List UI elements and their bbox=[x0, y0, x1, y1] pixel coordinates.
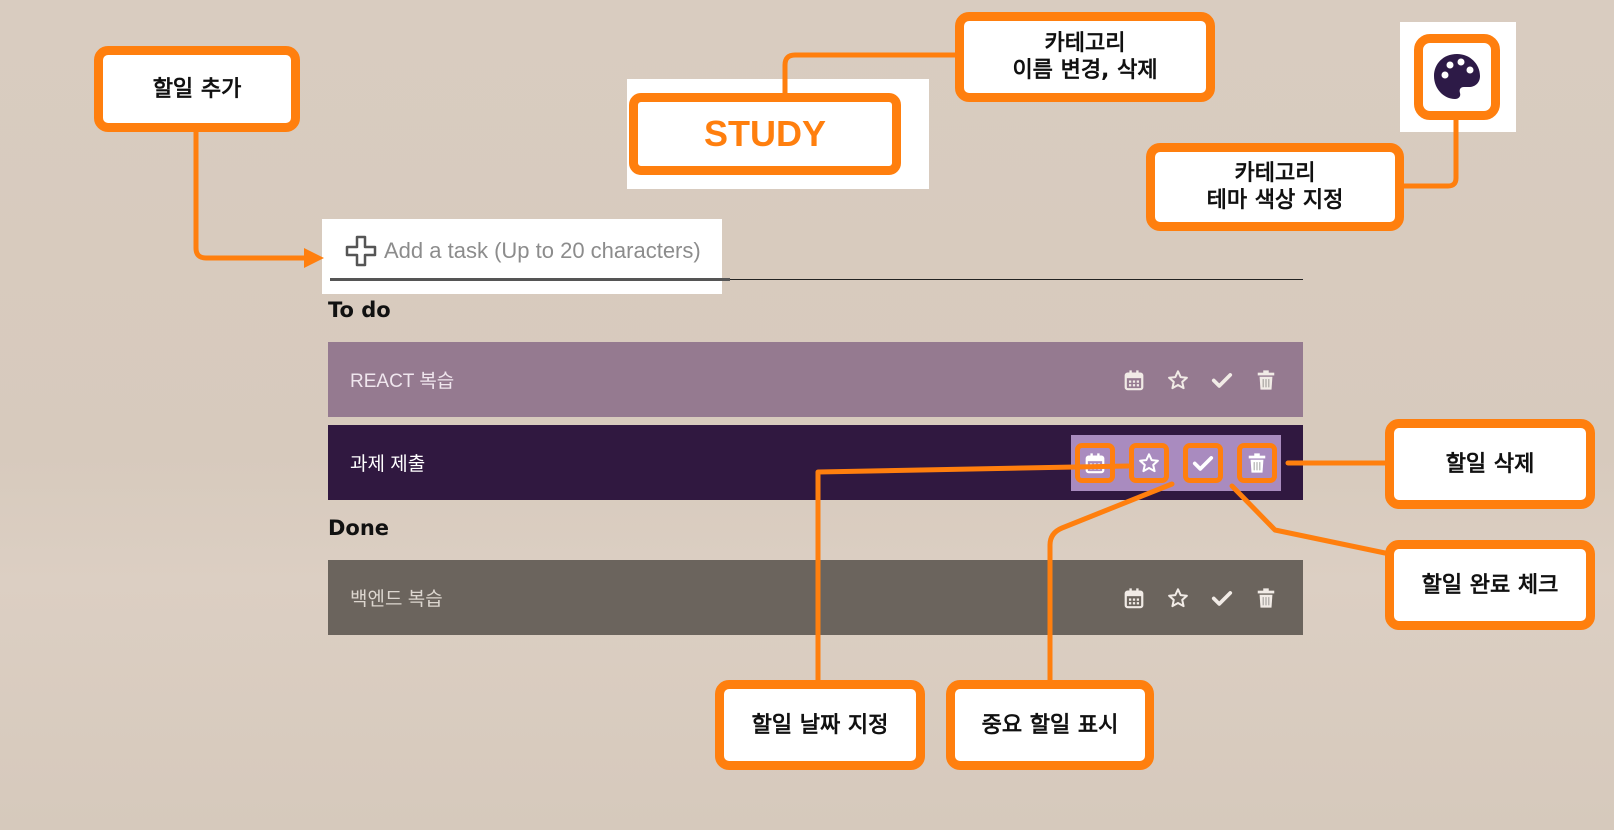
complete-button[interactable] bbox=[1207, 583, 1237, 613]
add-task-input[interactable] bbox=[384, 238, 724, 264]
important-button[interactable] bbox=[1163, 365, 1193, 395]
task-actions-highlight bbox=[1071, 434, 1281, 491]
trash-icon bbox=[1257, 369, 1275, 390]
done-heading: Done bbox=[328, 516, 390, 540]
calendar-icon bbox=[1085, 452, 1105, 473]
star-icon bbox=[1168, 369, 1188, 389]
check-icon bbox=[1192, 455, 1214, 471]
task-row[interactable]: REACT 복습 bbox=[328, 342, 1303, 417]
star-icon bbox=[1139, 452, 1159, 472]
callout-delete: 할일 삭제 bbox=[1385, 419, 1595, 509]
todo-heading: To do bbox=[328, 298, 391, 322]
date-button[interactable] bbox=[1119, 365, 1149, 395]
calendar-icon bbox=[1124, 369, 1144, 390]
delete-button[interactable] bbox=[1237, 442, 1277, 483]
trash-icon bbox=[1248, 452, 1266, 473]
add-task-underline bbox=[330, 278, 730, 281]
callout-important: 중요 할일 표시 bbox=[946, 680, 1154, 770]
theme-color-button[interactable] bbox=[1414, 34, 1500, 120]
category-name-button[interactable]: STUDY bbox=[629, 93, 901, 175]
date-button[interactable] bbox=[1075, 442, 1115, 483]
category-name: STUDY bbox=[703, 113, 826, 154]
complete-button[interactable] bbox=[1207, 365, 1237, 395]
task-row[interactable]: 백엔드 복습 bbox=[328, 560, 1303, 635]
callout-category-edit: 카테고리 이름 변경, 삭제 bbox=[955, 12, 1215, 102]
delete-button[interactable] bbox=[1251, 583, 1281, 613]
callout-add-task: 할일 추가 bbox=[94, 46, 300, 132]
check-icon bbox=[1211, 590, 1233, 606]
important-button[interactable] bbox=[1163, 583, 1193, 613]
important-button[interactable] bbox=[1129, 442, 1169, 483]
palette-icon bbox=[1434, 54, 1480, 99]
callout-theme-color: 카테고리 테마 색상 지정 bbox=[1146, 143, 1404, 231]
task-text: 과제 제출 bbox=[350, 454, 426, 475]
task-text: REACT 복습 bbox=[350, 371, 455, 392]
header-divider bbox=[730, 279, 1303, 280]
date-button[interactable] bbox=[1119, 583, 1149, 613]
trash-icon bbox=[1257, 587, 1275, 608]
plus-icon[interactable] bbox=[344, 234, 378, 268]
add-task-bar bbox=[330, 220, 730, 282]
task-text: 백엔드 복습 bbox=[350, 589, 443, 610]
complete-button[interactable] bbox=[1183, 442, 1223, 483]
calendar-icon bbox=[1124, 587, 1144, 608]
star-icon bbox=[1168, 587, 1188, 607]
callout-complete: 할일 완료 체크 bbox=[1385, 540, 1595, 630]
task-row[interactable]: 과제 제출 bbox=[328, 425, 1303, 500]
delete-button[interactable] bbox=[1251, 365, 1281, 395]
callout-date: 할일 날짜 지정 bbox=[715, 680, 925, 770]
check-icon bbox=[1211, 372, 1233, 388]
